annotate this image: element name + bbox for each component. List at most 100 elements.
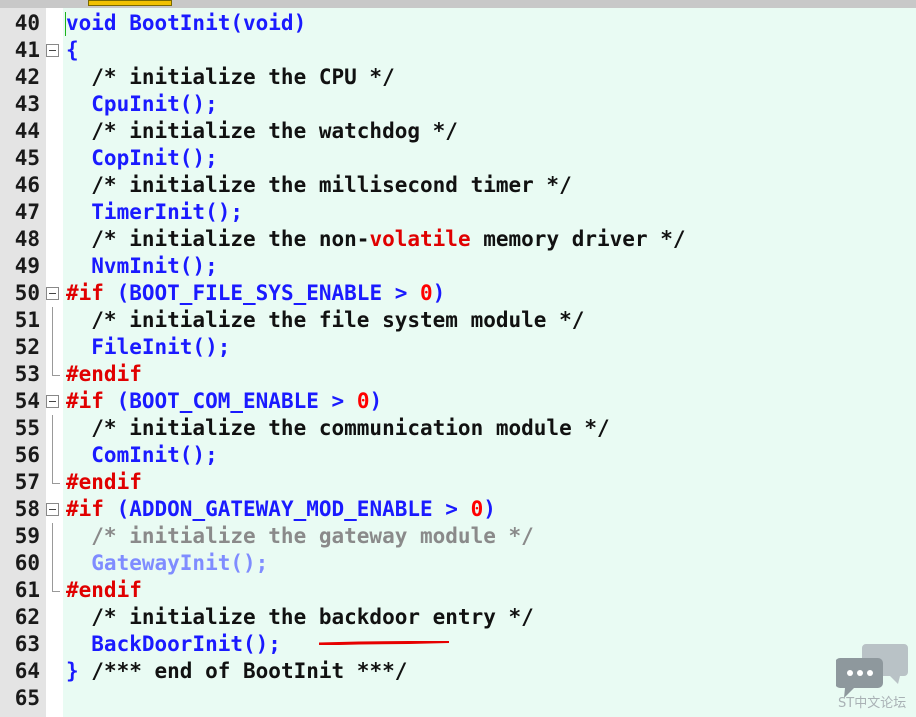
code-token: /* initialize the watchdog */ bbox=[66, 119, 458, 143]
code-text: void BootInit(void) bbox=[66, 10, 306, 37]
code-token: /* initialize the millisecond timer */ bbox=[66, 173, 572, 197]
line-number: 41 bbox=[14, 38, 40, 62]
code-line[interactable]: 55 /* initialize the communication modul… bbox=[0, 415, 916, 442]
code-text: GatewayInit(); bbox=[66, 550, 268, 577]
code-token: /* initialize the communication module *… bbox=[66, 416, 610, 440]
active-file-tab[interactable] bbox=[88, 0, 172, 6]
code-line[interactable]: 46 /* initialize the millisecond timer *… bbox=[0, 172, 916, 199]
code-text: /* initialize the watchdog */ bbox=[66, 118, 458, 145]
code-text: /* initialize the non-volatile memory dr… bbox=[66, 226, 686, 253]
code-token: /*** end of BootInit ***/ bbox=[91, 659, 408, 683]
line-number: 51 bbox=[14, 308, 40, 332]
code-text: /* initialize the file system module */ bbox=[66, 307, 584, 334]
code-token: #if bbox=[66, 389, 104, 413]
fold-end-guide bbox=[46, 469, 60, 496]
line-number: 55 bbox=[14, 416, 40, 440]
code-text: /* initialize the backdoor entry */ bbox=[66, 604, 534, 631]
code-token: CopInit(); bbox=[66, 146, 218, 170]
line-number: 60 bbox=[14, 551, 40, 575]
code-line[interactable]: 60 GatewayInit(); bbox=[0, 550, 916, 577]
line-number: 58 bbox=[14, 497, 40, 521]
code-token: GatewayInit(); bbox=[66, 551, 269, 575]
line-number: 57 bbox=[14, 470, 40, 494]
line-number: 43 bbox=[14, 92, 40, 116]
code-text: #endif bbox=[66, 469, 142, 496]
code-token: ) bbox=[483, 497, 496, 521]
fold-guide bbox=[46, 523, 59, 550]
line-number: 54 bbox=[14, 389, 40, 413]
code-line[interactable]: 61 #endif bbox=[0, 577, 916, 604]
code-text: FileInit(); bbox=[66, 334, 230, 361]
code-line[interactable]: 53 #endif bbox=[0, 361, 916, 388]
code-text: } /*** end of BootInit ***/ bbox=[66, 658, 407, 685]
code-line[interactable]: 42 /* initialize the CPU */ bbox=[0, 64, 916, 91]
line-number: 65 bbox=[14, 686, 40, 710]
code-token: { bbox=[66, 38, 79, 62]
code-line[interactable]: 48 /* initialize the non-volatile memory… bbox=[0, 226, 916, 253]
code-token: ) bbox=[432, 281, 446, 305]
line-number: 46 bbox=[14, 173, 40, 197]
code-token: #endif bbox=[66, 578, 142, 602]
fold-toggle-icon[interactable] bbox=[46, 496, 59, 523]
line-number: 59 bbox=[14, 524, 40, 548]
code-token: 0 bbox=[356, 389, 370, 413]
code-line[interactable]: 47 TimerInit(); bbox=[0, 199, 916, 226]
code-line[interactable]: 51 /* initialize the file system module … bbox=[0, 307, 916, 334]
code-line[interactable]: 62 /* initialize the backdoor entry */ bbox=[0, 604, 916, 631]
code-token: memory driver */ bbox=[470, 227, 686, 251]
code-text: TimerInit(); bbox=[66, 199, 243, 226]
code-line[interactable]: 64} /*** end of BootInit ***/ bbox=[0, 658, 916, 685]
code-line[interactable]: 65 bbox=[0, 685, 916, 712]
code-token: 0 bbox=[470, 497, 484, 521]
code-line[interactable]: 57 #endif bbox=[0, 469, 916, 496]
code-line[interactable]: 54 #if (BOOT_COM_ENABLE > 0) bbox=[0, 388, 916, 415]
code-token: /* initialize the non- bbox=[66, 227, 370, 251]
code-line[interactable]: 52 FileInit(); bbox=[0, 334, 916, 361]
code-line[interactable]: 45 CopInit(); bbox=[0, 145, 916, 172]
code-token: 0 bbox=[420, 281, 433, 305]
code-line[interactable]: 40 void BootInit(void) bbox=[0, 10, 916, 37]
fold-toggle-icon[interactable] bbox=[46, 388, 59, 415]
watermark-text: ST中文论坛 bbox=[838, 696, 907, 711]
code-token: #endif bbox=[66, 362, 142, 386]
line-number: 42 bbox=[14, 65, 40, 89]
code-line[interactable]: 43 CpuInit(); bbox=[0, 91, 916, 118]
code-token: CpuInit(); bbox=[66, 92, 218, 116]
fold-toggle-icon[interactable] bbox=[46, 37, 59, 64]
code-token: (ADDON_GATEWAY_MOD_ENABLE > bbox=[103, 497, 471, 521]
code-line[interactable]: 41 { bbox=[0, 37, 916, 64]
code-line[interactable]: 63 BackDoorInit(); bbox=[0, 631, 916, 658]
line-number: 52 bbox=[14, 335, 40, 359]
code-line[interactable]: 49 NvmInit(); bbox=[0, 253, 916, 280]
code-line[interactable]: 59 /* initialize the gateway module */ bbox=[0, 523, 916, 550]
code-text: #if (ADDON_GATEWAY_MOD_ENABLE > 0) bbox=[66, 496, 496, 523]
code-line[interactable]: 50 #if (BOOT_FILE_SYS_ENABLE > 0) bbox=[0, 280, 916, 307]
line-number: 50 bbox=[14, 281, 40, 305]
code-line[interactable]: 58 #if (ADDON_GATEWAY_MOD_ENABLE > 0) bbox=[0, 496, 916, 523]
code-token: ) bbox=[369, 389, 383, 413]
line-number: 63 bbox=[14, 632, 40, 656]
code-text: /* initialize the millisecond timer */ bbox=[66, 172, 572, 199]
line-number: 47 bbox=[14, 200, 40, 224]
fold-end-guide bbox=[46, 361, 60, 388]
code-text: { bbox=[66, 37, 79, 64]
line-number: 56 bbox=[14, 443, 40, 467]
fold-toggle-icon[interactable] bbox=[46, 280, 59, 307]
code-token: NvmInit(); bbox=[66, 254, 218, 278]
code-token: } bbox=[66, 659, 92, 683]
line-number: 61 bbox=[14, 578, 40, 602]
line-number: 62 bbox=[14, 605, 40, 629]
fold-end-guide bbox=[46, 577, 60, 604]
fold-guide bbox=[46, 550, 59, 577]
red-underline-annotation bbox=[319, 641, 449, 645]
code-text: CopInit(); bbox=[66, 145, 218, 172]
code-text: BackDoorInit(); bbox=[66, 631, 281, 658]
code-text: #endif bbox=[66, 361, 142, 388]
line-number: 40 bbox=[14, 11, 40, 35]
code-token: (BOOT_COM_ENABLE > bbox=[103, 389, 357, 413]
code-line[interactable]: 56 ComInit(); bbox=[0, 442, 916, 469]
code-line[interactable]: 44 /* initialize the watchdog */ bbox=[0, 118, 916, 145]
code-token: volatile bbox=[369, 227, 471, 251]
line-number: 53 bbox=[14, 362, 40, 386]
code-text: NvmInit(); bbox=[66, 253, 218, 280]
